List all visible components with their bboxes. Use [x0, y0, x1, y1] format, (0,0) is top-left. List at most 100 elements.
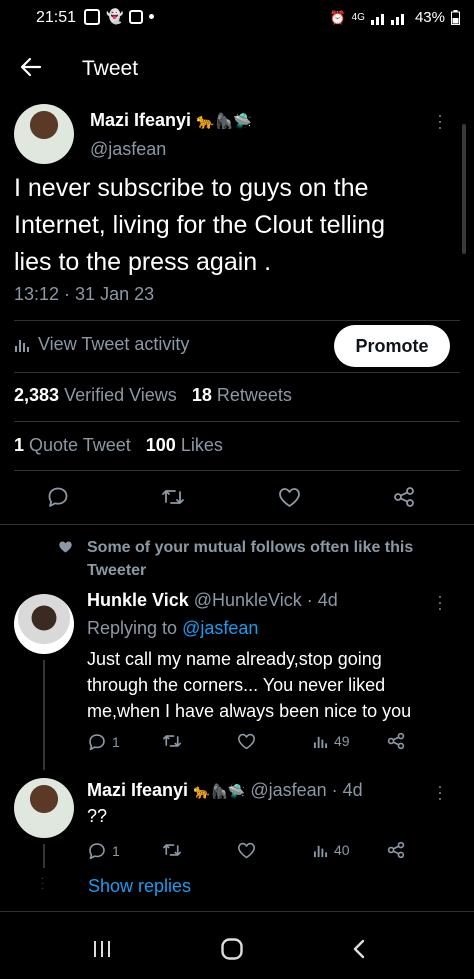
- divider: [14, 320, 460, 321]
- replying-to: Replying to @jasfean: [87, 618, 258, 639]
- reply-views-button[interactable]: 40: [313, 842, 350, 858]
- reply-share-button[interactable]: [387, 732, 405, 750]
- reply-count: 1: [112, 734, 120, 750]
- heart-icon: [238, 733, 255, 750]
- system-nav-bar: [0, 919, 474, 979]
- reply-reply-button[interactable]: 1: [88, 842, 120, 860]
- reply-handle-time: @HunkleVick · 4d: [193, 590, 338, 610]
- retweets-label: Retweets: [216, 385, 292, 405]
- retweets-count: 18: [191, 385, 212, 405]
- reply-more-button[interactable]: · · ·: [437, 777, 443, 807]
- reply-views-button[interactable]: 49: [313, 733, 350, 749]
- reply-icon: [89, 843, 105, 860]
- share-button[interactable]: [393, 486, 415, 508]
- quotes-stat[interactable]: 1 Quote Tweet: [14, 435, 131, 455]
- thread-line: [43, 660, 45, 770]
- views-stat[interactable]: 2,383 Verified Views: [14, 385, 177, 405]
- reply-handle-time: @jasfean · 4d: [250, 780, 363, 800]
- tweet-text-line: Internet, living for the Clout telling: [14, 211, 386, 239]
- views-count: 40: [334, 842, 350, 858]
- chevron-left-icon: [353, 939, 365, 959]
- app-notification-icon: [84, 8, 100, 25]
- replying-to-prefix: Replying to: [87, 618, 178, 638]
- promote-button[interactable]: Promote: [334, 325, 450, 367]
- reply-avatar[interactable]: [14, 594, 74, 654]
- recent-apps-icon: [94, 941, 110, 957]
- divider: [0, 911, 474, 912]
- author-avatar[interactable]: [14, 104, 74, 164]
- author-handle[interactable]: @jasfean: [90, 139, 166, 160]
- likes-stat[interactable]: 100 Likes: [146, 435, 223, 455]
- reply-avatar[interactable]: [14, 778, 74, 838]
- tweet-more-button[interactable]: · · ·: [437, 106, 443, 136]
- reply-text-line: Just call my name already,stop going: [87, 649, 382, 669]
- gallery-icon: [129, 9, 144, 24]
- social-context: Some of your mutual follows often like t…: [58, 536, 413, 582]
- reply-count: 1: [112, 843, 120, 859]
- share-icon: [394, 487, 414, 507]
- more-notifications-dot-icon: [149, 14, 155, 19]
- show-replies-link[interactable]: Show replies: [88, 876, 191, 897]
- system-back-button[interactable]: [352, 938, 366, 960]
- reply-header[interactable]: Hunkle Vick @HunkleVick · 4d: [87, 590, 338, 611]
- more-vertical-icon: · · ·: [437, 586, 443, 618]
- reply-retweet-button[interactable]: [162, 732, 182, 750]
- snapchat-icon: 👻: [106, 8, 124, 24]
- reply-header[interactable]: Mazi Ifeanyi 🐆🦍🛸 @jasfean · 4d: [87, 780, 363, 801]
- reply-more-button[interactable]: · · ·: [437, 586, 443, 618]
- retweet-icon: [163, 844, 181, 856]
- view-activity-label: View Tweet activity: [38, 334, 190, 354]
- heart-icon: [279, 488, 300, 507]
- reply-text-line: through the corners... You never liked: [87, 675, 386, 695]
- home-icon: [221, 938, 243, 960]
- divider: [14, 372, 460, 373]
- home-button[interactable]: [220, 937, 244, 961]
- signal-icon: [370, 13, 404, 25]
- reply-retweet-button[interactable]: [162, 841, 182, 859]
- reply-like-button[interactable]: [237, 842, 256, 859]
- status-bar: 21:51 👻 ⏰ 4G 43%: [0, 0, 474, 36]
- tweet-text: I never subscribe to guys on the Interne…: [14, 170, 459, 281]
- divider: [0, 524, 474, 525]
- reply-reply-button[interactable]: 1: [88, 733, 120, 751]
- reply-text: Just call my name already,stop going thr…: [87, 646, 411, 724]
- retweets-stat[interactable]: 18 Retweets: [192, 385, 292, 405]
- stats-row-2: 1 Quote Tweet 100 Likes: [14, 435, 223, 456]
- scrollbar[interactable]: [462, 124, 466, 254]
- quotes-label: Quote Tweet: [29, 435, 131, 455]
- like-button[interactable]: [278, 487, 301, 508]
- stats-row-1: 2,383 Verified Views 18 Retweets: [14, 385, 292, 406]
- tweet-text-line: lies to the press again .: [14, 248, 272, 276]
- retweet-button[interactable]: [161, 486, 185, 508]
- author-name: Mazi Ifeanyi: [90, 110, 192, 130]
- author-name-row[interactable]: Mazi Ifeanyi 🐆🦍🛸: [90, 110, 252, 131]
- views-count: 2,383: [14, 385, 60, 405]
- views-label: Verified Views: [64, 385, 177, 405]
- notification-icons: 👻: [84, 8, 155, 25]
- reply-button[interactable]: [47, 486, 69, 508]
- recent-apps-button[interactable]: [92, 939, 112, 959]
- heart-filled-icon: [59, 541, 72, 553]
- reply-author-name: Hunkle Vick: [87, 590, 189, 610]
- network-type: 4G: [351, 12, 365, 23]
- status-time: 21:51: [36, 9, 77, 26]
- share-icon: [387, 732, 405, 750]
- share-icon: [387, 841, 405, 859]
- views-count: 49: [334, 733, 350, 749]
- view-activity-button[interactable]: View Tweet activity: [14, 334, 189, 355]
- tweet-timestamp: 13:12 · 31 Jan 23: [14, 284, 155, 304]
- back-button[interactable]: [20, 56, 42, 78]
- reply-text: ??: [87, 806, 108, 826]
- alarm-icon: ⏰: [329, 9, 346, 25]
- battery-icon: [451, 10, 460, 25]
- replying-to-link[interactable]: @jasfean: [182, 618, 258, 638]
- reply-author-emoji: 🐆🦍🛸: [193, 783, 246, 799]
- likes-label: Likes: [180, 435, 223, 455]
- retweet-icon: [162, 490, 184, 504]
- divider: [14, 470, 460, 471]
- reply-like-button[interactable]: [237, 733, 256, 750]
- reply-share-button[interactable]: [387, 841, 405, 859]
- status-right: ⏰ 4G 43%: [329, 9, 460, 26]
- thread-dots-icon: · · ·: [41, 873, 45, 894]
- social-context-line: Tweeter: [87, 562, 147, 579]
